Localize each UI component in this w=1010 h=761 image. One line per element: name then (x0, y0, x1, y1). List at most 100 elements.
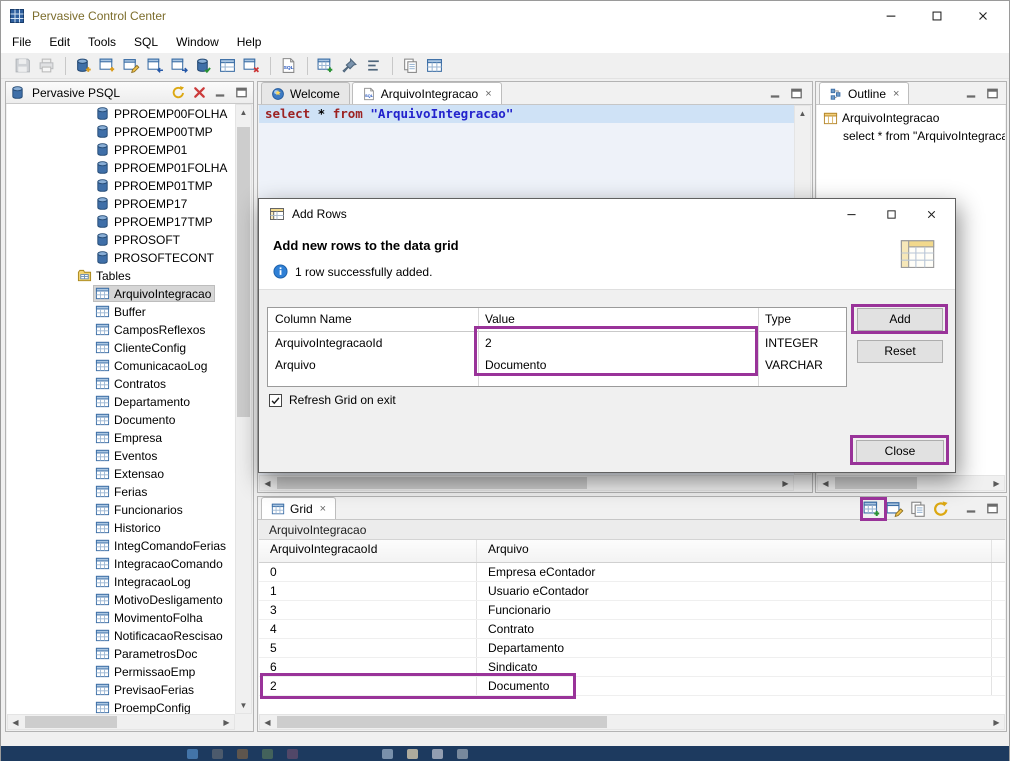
cell-value[interactable]: 2 (478, 332, 758, 354)
copy-button[interactable] (399, 55, 421, 77)
new-database-button[interactable] (72, 55, 94, 77)
scroll-left-icon[interactable]: ◀ (260, 476, 275, 491)
tree-item-PPROEMP17[interactable]: PPROEMP17 (7, 194, 235, 212)
dialog-maximize-button[interactable] (875, 199, 915, 229)
copy-icon[interactable] (909, 500, 927, 518)
dialog-table-row[interactable]: ArquivoDocumentoVARCHAR (268, 354, 846, 376)
edit-table-button[interactable] (120, 55, 142, 77)
outline-horizontal-scrollbar[interactable]: ◀ ▶ (817, 475, 1005, 491)
tree-item-CamposReflexos[interactable]: CamposReflexos (7, 320, 235, 338)
tree-item-Funcionarios[interactable]: Funcionarios (7, 500, 235, 518)
grid-row[interactable]: 1Usuario eContador (259, 582, 1005, 601)
maximize-view-icon[interactable] (985, 501, 1000, 516)
tab-outline[interactable]: Outline × (819, 82, 909, 104)
grid-row[interactable]: 6Sindicato (259, 658, 1005, 677)
tab-grid[interactable]: Grid × (261, 497, 336, 519)
add-rows-icon[interactable] (863, 500, 881, 518)
editor-horizontal-scrollbar[interactable]: ◀ ▶ (259, 475, 794, 491)
tab-welcome[interactable]: Welcome (261, 82, 350, 104)
cell-value[interactable]: Documento (478, 354, 758, 376)
scroll-right-icon[interactable]: ▶ (989, 476, 1004, 491)
outline-item-1[interactable]: select * from "ArquivoIntegracao" (817, 127, 1005, 145)
export-data-button[interactable] (168, 55, 190, 77)
maximize-view-icon[interactable] (234, 85, 249, 100)
tree-vertical-scrollbar[interactable]: ▲ ▼ (235, 104, 252, 714)
tree-vscroll-thumb[interactable] (237, 127, 250, 417)
tree-item-ClienteConfig[interactable]: ClienteConfig (7, 338, 235, 356)
grid-col-arquivo[interactable]: Arquivo (477, 540, 992, 562)
scroll-down-icon[interactable]: ▼ (236, 698, 251, 713)
refresh-grid-checkbox[interactable] (269, 394, 282, 407)
tree-item-ParametrosDoc[interactable]: ParametrosDoc (7, 644, 235, 662)
window-maximize-button[interactable] (917, 1, 963, 31)
grid-horizontal-scrollbar[interactable]: ◀ ▶ (259, 714, 1005, 730)
scroll-left-icon[interactable]: ◀ (260, 715, 275, 730)
new-table-button[interactable] (96, 55, 118, 77)
tree-item-ProempConfig[interactable]: ProempConfig (7, 698, 235, 714)
grid-row[interactable]: 3Funcionario (259, 601, 1005, 620)
outline-hscroll-thumb[interactable] (835, 477, 917, 489)
tree-horizontal-scrollbar[interactable]: ◀ ▶ (7, 714, 235, 730)
dialog-table-row[interactable]: ArquivoIntegracaoId2INTEGER (268, 332, 846, 354)
table-properties-button[interactable] (216, 55, 238, 77)
taskbar-app-icon[interactable] (212, 749, 223, 759)
scroll-left-icon[interactable]: ◀ (818, 476, 833, 491)
dialog-minimize-button[interactable] (835, 199, 875, 229)
refresh-icon[interactable] (171, 85, 186, 100)
scroll-right-icon[interactable]: ▶ (219, 715, 234, 730)
tree-item-MovimentoFolha[interactable]: MovimentoFolha (7, 608, 235, 626)
grid-row[interactable]: 0Empresa eContador (259, 563, 1005, 582)
grid-row[interactable]: 5Departamento (259, 639, 1005, 658)
taskbar-app-icon[interactable] (237, 749, 248, 759)
maximize-view-icon[interactable] (985, 86, 1000, 101)
scroll-left-icon[interactable]: ◀ (8, 715, 23, 730)
taskbar-app-icon[interactable] (187, 749, 198, 759)
tree-item-Extensao[interactable]: Extensao (7, 464, 235, 482)
tree-item-IntegracaoLog[interactable]: IntegracaoLog (7, 572, 235, 590)
taskbar-app-icon[interactable] (457, 749, 468, 759)
save-button[interactable] (11, 55, 33, 77)
dialog-col-value[interactable]: Value (478, 308, 758, 331)
menu-sql[interactable]: SQL (125, 32, 167, 52)
tree-item-Contratos[interactable]: Contratos (7, 374, 235, 392)
maximize-editor-icon[interactable] (789, 86, 804, 101)
edit-table-icon[interactable] (886, 500, 904, 518)
sql-document-button[interactable]: SQL (277, 55, 299, 77)
tree-item-PPROEMP00TMP[interactable]: PPROEMP00TMP (7, 122, 235, 140)
bookmark-button[interactable] (338, 55, 360, 77)
close-tab-icon[interactable]: × (891, 88, 899, 100)
grid-button[interactable] (423, 55, 445, 77)
tree-item-Eventos[interactable]: Eventos (7, 446, 235, 464)
window-close-button[interactable] (963, 1, 1009, 31)
tree-item-ComunicacaoLog[interactable]: ComunicacaoLog (7, 356, 235, 374)
tree-item-PermissaoEmp[interactable]: PermissaoEmp (7, 662, 235, 680)
close-tab-icon[interactable]: × (318, 503, 326, 515)
dialog-col-column-name[interactable]: Column Name (268, 308, 478, 331)
menu-edit[interactable]: Edit (40, 32, 79, 52)
menu-file[interactable]: File (3, 32, 40, 52)
menu-tools[interactable]: Tools (79, 32, 125, 52)
tree-item-MotivoDesligamento[interactable]: MotivoDesligamento (7, 590, 235, 608)
outline-item-0[interactable]: ArquivoIntegracao (817, 109, 1005, 127)
print-button[interactable] (35, 55, 57, 77)
menu-window[interactable]: Window (167, 32, 228, 52)
taskbar-app-icon[interactable] (287, 749, 298, 759)
minimize-view-icon[interactable] (964, 501, 979, 516)
tree-item-PPROEMP17TMP[interactable]: PPROEMP17TMP (7, 212, 235, 230)
levels-button[interactable] (362, 55, 384, 77)
dialog-col-type[interactable]: Type (758, 308, 846, 331)
grid-col-arquivointegracaoid[interactable]: ArquivoIntegracaoId (259, 540, 477, 562)
stop-icon[interactable] (192, 85, 207, 100)
tree-item-NotificacaoRescisao[interactable]: NotificacaoRescisao (7, 626, 235, 644)
add-rows-button[interactable] (314, 55, 336, 77)
grid-row[interactable]: 2Documento (259, 677, 1005, 696)
editor-hscroll-thumb[interactable] (277, 477, 587, 489)
tree-item-Buffer[interactable]: Buffer (7, 302, 235, 320)
minimize-editor-icon[interactable] (768, 86, 783, 101)
check-database-button[interactable] (192, 55, 214, 77)
minimize-view-icon[interactable] (964, 86, 979, 101)
reset-button[interactable]: Reset (857, 340, 943, 363)
scroll-right-icon[interactable]: ▶ (989, 715, 1004, 730)
tree-item-PPROEMP01FOLHA[interactable]: PPROEMP01FOLHA (7, 158, 235, 176)
dialog-close-button[interactable] (915, 199, 955, 229)
